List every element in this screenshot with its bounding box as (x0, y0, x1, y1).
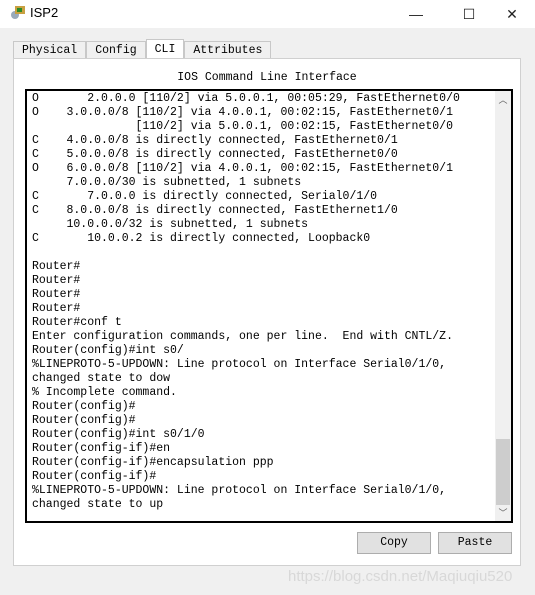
terminal-line: changed state to up (32, 498, 164, 511)
title-bar: ISP2 — ☐ ✕ (0, 0, 535, 28)
terminal-line: Router# (32, 274, 81, 287)
terminal-line: C 5.0.0.0/8 is directly connected, FastE… (32, 148, 398, 161)
terminal-line: %LINEPROTO-5-UPDOWN: Line protocol on In… (32, 484, 447, 497)
terminal-line: Router# (32, 302, 81, 315)
terminal-line: Enter configuration commands, one per li… (32, 330, 453, 343)
terminal-line: Router(config-if)#encapsulation ppp (32, 456, 274, 469)
terminal-line: %LINEPROTO-5-UPDOWN: Line protocol on In… (32, 358, 447, 371)
terminal-line: Router(config)# (32, 400, 136, 413)
scroll-up-icon[interactable]: ︿ (495, 93, 511, 106)
copy-button[interactable]: Copy (357, 532, 431, 554)
terminal-line: Router# (32, 260, 81, 273)
scroll-down-icon[interactable]: ﹀ (495, 506, 511, 519)
terminal-line: changed state to dow (32, 372, 171, 385)
terminal-output: O 2.0.0.0 [110/2] via 5.0.0.1, 00:05:29,… (32, 92, 460, 512)
terminal-line: Router(config-if)# (32, 470, 157, 483)
maximize-button[interactable]: ☐ (446, 0, 492, 28)
scrollbar[interactable]: ︿ ﹀ (495, 91, 511, 521)
terminal-line: % Incomplete command. (32, 386, 177, 399)
terminal-line: O 6.0.0.0/8 [110/2] via 4.0.0.1, 00:02:1… (32, 162, 453, 175)
terminal-line: C 7.0.0.0 is directly connected, Serial0… (32, 190, 378, 203)
paste-button[interactable]: Paste (438, 532, 512, 554)
router-app-icon (11, 6, 25, 19)
terminal-line: [110/2] via 5.0.0.1, 00:02:15, FastEther… (32, 120, 453, 133)
scrollbar-thumb[interactable] (496, 439, 510, 505)
tab-cli[interactable]: CLI (145, 39, 185, 60)
close-button[interactable]: ✕ (489, 0, 535, 28)
cli-terminal[interactable]: O 2.0.0.0 [110/2] via 5.0.0.1, 00:05:29,… (25, 89, 513, 523)
terminal-line: Router(config)# (32, 414, 136, 427)
tab-bar: Physical Config CLI Attributes (13, 39, 272, 60)
terminal-line: Router#conf t (32, 316, 122, 329)
terminal-line: C 4.0.0.0/8 is directly connected, FastE… (32, 134, 398, 147)
terminal-line: Router(config)#int s0/ (32, 344, 184, 357)
tab-attributes[interactable]: Attributes (184, 41, 272, 59)
terminal-line: C 10.0.0.2 is directly connected, Loopba… (32, 232, 371, 245)
watermark: https://blog.csdn.net/Maqiuqiu520 (288, 568, 513, 585)
window-title: ISP2 (30, 5, 59, 20)
terminal-line: O 3.0.0.0/8 [110/2] via 4.0.0.1, 00:02:1… (32, 106, 453, 119)
minimize-button[interactable]: — (393, 0, 439, 28)
terminal-line: Router(config-if)#en (32, 442, 171, 455)
tab-physical[interactable]: Physical (13, 41, 87, 59)
terminal-line: 7.0.0.0/30 is subnetted, 1 subnets (32, 176, 302, 189)
terminal-line: C 8.0.0.0/8 is directly connected, FastE… (32, 204, 398, 217)
terminal-line: Router(config)#int s0/1/0 (32, 428, 205, 441)
terminal-line: O 2.0.0.0 [110/2] via 5.0.0.1, 00:05:29,… (32, 92, 460, 105)
cli-heading: IOS Command Line Interface (177, 71, 357, 84)
cli-panel: IOS Command Line Interface O 2.0.0.0 [11… (13, 58, 521, 566)
terminal-line: Router# (32, 288, 81, 301)
tab-config[interactable]: Config (86, 41, 146, 59)
terminal-line: 10.0.0.0/32 is subnetted, 1 subnets (32, 218, 309, 231)
